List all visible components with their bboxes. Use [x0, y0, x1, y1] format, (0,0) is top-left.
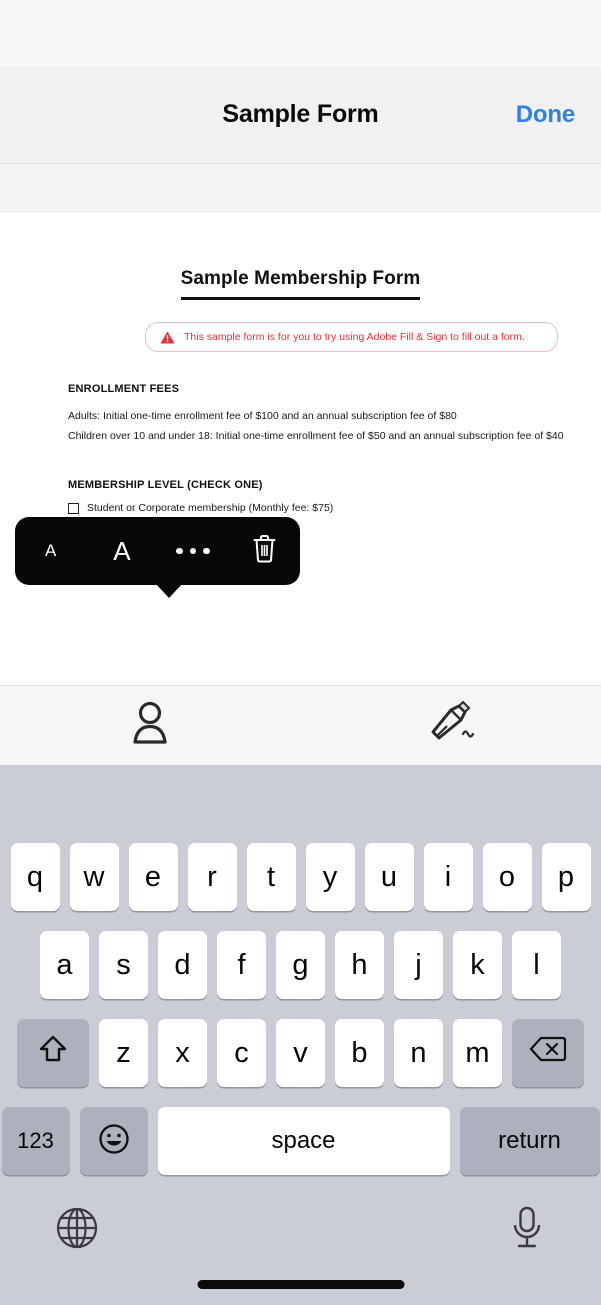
key-o[interactable]: o	[482, 843, 532, 911]
signature-icon	[425, 700, 477, 751]
key-l[interactable]: l	[512, 931, 561, 999]
key-h[interactable]: h	[335, 931, 384, 999]
key-s[interactable]: s	[99, 931, 148, 999]
document-viewer[interactable]: Sample Membership Form This sample form …	[0, 212, 601, 685]
more-options-button[interactable]	[158, 517, 229, 585]
field-context-toolbar: A A	[15, 517, 300, 598]
key-k[interactable]: k	[453, 931, 502, 999]
enrollment-fee-line-adults: Adults: Initial one-time enrollment fee …	[68, 410, 457, 422]
key-f[interactable]: f	[217, 931, 266, 999]
key-b[interactable]: b	[335, 1019, 384, 1087]
membership-level-heading: MEMBERSHIP LEVEL (CHECK ONE)	[68, 479, 263, 491]
key-c[interactable]: c	[217, 1019, 266, 1087]
numbers-key[interactable]: 123	[1, 1107, 70, 1175]
emoji-key[interactable]	[79, 1107, 148, 1175]
keyboard-bottom-row	[0, 1199, 601, 1256]
large-a-icon: A	[113, 535, 131, 566]
decrease-font-size-button[interactable]: A	[15, 517, 86, 585]
nav-bar: Sample Form Done	[0, 66, 601, 164]
small-a-icon: A	[44, 541, 57, 560]
home-indicator[interactable]	[197, 1280, 404, 1289]
backspace-icon	[529, 1035, 567, 1071]
signature-tool-button[interactable]	[301, 700, 601, 751]
microphone-icon	[508, 1206, 546, 1255]
enrollment-fee-line-children: Children over 10 and under 18: Initial o…	[68, 430, 564, 442]
onscreen-keyboard: q w e r t y u i o p a s d f g h j k l z …	[0, 765, 601, 1305]
key-n[interactable]: n	[394, 1019, 443, 1087]
dictation-key[interactable]	[508, 1205, 546, 1256]
key-y[interactable]: y	[305, 843, 355, 911]
keyboard-row-3: z x c v b n m	[0, 1019, 601, 1087]
key-e[interactable]: e	[128, 843, 178, 911]
document-title: Sample Membership Form	[180, 268, 421, 300]
increase-font-size-button[interactable]: A	[86, 517, 157, 585]
document-title-wrap: Sample Membership Form	[0, 212, 601, 300]
key-p[interactable]: p	[541, 843, 591, 911]
status-bar	[0, 0, 601, 66]
key-d[interactable]: d	[158, 931, 207, 999]
person-icon	[129, 700, 171, 751]
ellipsis-icon	[176, 547, 210, 555]
key-q[interactable]: q	[10, 843, 60, 911]
membership-option-student-corporate[interactable]: Student or Corporate membership (Monthly…	[68, 502, 601, 514]
keyboard-row-1: q w e r t y u i o p	[0, 843, 601, 911]
trash-icon	[252, 534, 277, 568]
globe-key[interactable]	[55, 1206, 99, 1255]
keyboard-row-4: 123 space return	[0, 1107, 601, 1175]
shift-key[interactable]	[17, 1019, 89, 1087]
key-x[interactable]: x	[158, 1019, 207, 1087]
key-i[interactable]: i	[423, 843, 473, 911]
key-z[interactable]: z	[99, 1019, 148, 1087]
warning-triangle-icon	[160, 331, 175, 344]
return-key[interactable]: return	[459, 1107, 600, 1175]
keyboard-row-2: a s d f g h j k l	[0, 931, 601, 999]
enrollment-fees-heading: ENROLLMENT FEES	[68, 383, 180, 395]
key-r[interactable]: r	[187, 843, 237, 911]
shift-arrow-icon	[36, 1033, 70, 1073]
app-screen: Sample Form Done Sample Membership Form …	[0, 0, 601, 1305]
sample-form-warning-banner: This sample form is for you to try using…	[145, 322, 558, 352]
backspace-key[interactable]	[512, 1019, 584, 1087]
person-tool-button[interactable]	[0, 700, 301, 751]
warning-text: This sample form is for you to try using…	[184, 331, 525, 343]
membership-option-label: Student or Corporate membership (Monthly…	[87, 502, 334, 514]
page-title: Sample Form	[222, 100, 379, 128]
key-j[interactable]: j	[394, 931, 443, 999]
done-button[interactable]: Done	[516, 101, 575, 129]
space-key[interactable]: space	[157, 1107, 450, 1175]
emoji-smiley-icon	[98, 1123, 130, 1160]
checkbox-icon[interactable]	[68, 502, 79, 514]
delete-field-button[interactable]	[229, 517, 300, 585]
key-a[interactable]: a	[40, 931, 89, 999]
toolbar-spacer-band	[0, 164, 601, 212]
key-g[interactable]: g	[276, 931, 325, 999]
key-w[interactable]: w	[69, 843, 119, 911]
key-t[interactable]: t	[246, 843, 296, 911]
key-v[interactable]: v	[276, 1019, 325, 1087]
key-u[interactable]: u	[364, 843, 414, 911]
key-m[interactable]: m	[453, 1019, 502, 1087]
globe-icon	[55, 1207, 99, 1254]
toolbar-pointer-arrow	[155, 583, 183, 598]
fill-sign-tool-strip	[0, 685, 601, 765]
